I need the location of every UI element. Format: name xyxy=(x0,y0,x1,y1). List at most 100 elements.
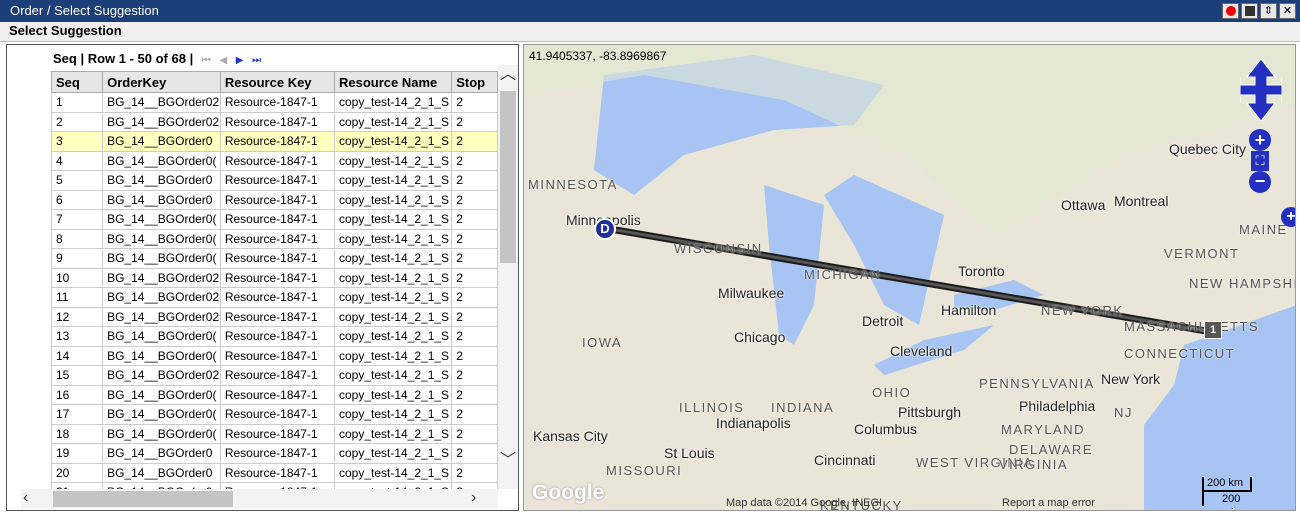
table-cell: 13 xyxy=(51,326,104,347)
table-row[interactable]: 13 BG_14__BGOrder0(Resource-1847-1 copy_te… xyxy=(51,326,498,347)
table-cell: 18 xyxy=(51,423,104,444)
next-page-icon[interactable]: ▶ xyxy=(236,55,244,66)
table-cell: copy_test-14_2_1_S xyxy=(333,228,453,249)
pan-control[interactable] xyxy=(1239,58,1283,122)
column-header[interactable]: Resource Key xyxy=(219,71,335,93)
table-row[interactable]: 18 BG_14__BGOrder0(Resource-1847-1 copy_te… xyxy=(51,423,498,444)
first-page-icon[interactable]: ⏮ xyxy=(202,55,211,66)
table-cell: 15 xyxy=(51,365,104,386)
table-cell: 2 xyxy=(51,111,104,132)
route-start-marker[interactable]: D xyxy=(594,218,616,240)
table-row[interactable]: 4 BG_14__BGOrder0(Resource-1847-1 copy_tes… xyxy=(51,150,498,171)
region-label: CONNECTICUT xyxy=(1124,346,1236,361)
zoom-out-button[interactable]: − xyxy=(1249,171,1271,193)
table-cell: Resource-1847-1 xyxy=(219,384,335,405)
table-row[interactable]: 10 BG_14__BGOrder02 Resource-1847-1 copy_te… xyxy=(51,267,498,288)
route-stop-marker[interactable]: 1 xyxy=(1204,321,1222,339)
expand-plus-icon: + xyxy=(1286,208,1296,225)
cursor-coordinates: 41.9405337, -83.8969867 xyxy=(529,49,667,63)
table-row[interactable]: 19 BG_14__BGOrder0 Resource-1847-1 copy_tes… xyxy=(51,443,498,464)
zoom-in-button[interactable]: + xyxy=(1249,129,1271,151)
prev-page-icon[interactable]: ◀ xyxy=(219,55,227,66)
table-cell: Resource-1847-1 xyxy=(219,365,335,386)
table-row[interactable]: 12 BG_14__BGOrder02 Resource-1847-1 copy_te… xyxy=(51,306,498,327)
region-label: MAINE xyxy=(1239,222,1288,237)
city-label: Cleveland xyxy=(890,343,953,359)
table-cell: 2 xyxy=(451,462,498,483)
city-label: Hamilton xyxy=(941,302,997,318)
table-cell: 8 xyxy=(51,228,104,249)
table-cell: BG_14__BGOrder0 xyxy=(102,131,221,152)
horizontal-scrollbar[interactable]: ‹ › xyxy=(21,489,498,509)
scroll-down-icon[interactable]: ﹀ xyxy=(500,453,516,469)
table-row[interactable]: 6 BG_14__BGOrder0 Resource-1847-1 copy_test… xyxy=(51,189,498,210)
zoom-extent-button[interactable]: ⛶ xyxy=(1251,151,1269,171)
map-view[interactable]: 41.9405337, -83.8969867 Quebec CityMinne… xyxy=(523,44,1296,511)
city-label: Toronto xyxy=(958,263,1005,279)
table-cell: BG_14__BGOrder0( xyxy=(102,248,221,269)
vertical-scroll-thumb[interactable] xyxy=(500,91,516,263)
table-cell: BG_14__BGOrder0 xyxy=(102,443,221,464)
table-cell: 2 xyxy=(451,131,498,152)
table-cell: 2 xyxy=(451,384,498,405)
table-cell: 2 xyxy=(451,170,498,191)
table-cell: copy_test-14_2_1_S xyxy=(333,306,453,327)
table-row[interactable]: 7 BG_14__BGOrder0(Resource-1847-1 copy_tes… xyxy=(51,209,498,230)
table-cell: copy_test-14_2_1_S xyxy=(333,209,453,230)
table-cell: 11 xyxy=(51,287,104,308)
region-label: MARYLAND xyxy=(1001,422,1086,437)
minus-icon: − xyxy=(1254,171,1266,191)
city-label: Quebec City xyxy=(1169,141,1247,157)
table-row[interactable]: 3 BG_14__BGOrder0 Resource-1847-1 copy_test… xyxy=(51,131,498,152)
close-button[interactable]: ✕ xyxy=(1279,3,1296,19)
restore-button[interactable]: ⇕ xyxy=(1260,3,1277,19)
record-button[interactable] xyxy=(1222,3,1239,19)
table-cell: 2 xyxy=(451,150,498,171)
scroll-left-icon[interactable]: ‹ xyxy=(23,490,28,506)
table-row[interactable]: 2 BG_14__BGOrder02 Resource-1847-1 copy_tes… xyxy=(51,111,498,132)
region-label: OHIO xyxy=(872,385,912,400)
grid-panel: Seq | Row 1 - 50 of 68 | ⏮ ◀ ▶ ⏭ Seq Orde… xyxy=(6,44,519,511)
table-row[interactable]: 17 BG_14__BGOrder0(Resource-1847-1 copy_te… xyxy=(51,404,498,425)
save-button[interactable] xyxy=(1241,3,1258,19)
table-cell: 3 xyxy=(51,131,104,152)
table-cell: 17 xyxy=(51,404,104,425)
table-cell: BG_14__BGOrder0( xyxy=(102,423,221,444)
window-titlebar: Order / Select Suggestion ⇕ ✕ xyxy=(0,0,1300,22)
table-row[interactable]: 14 BG_14__BGOrder0(Resource-1847-1 copy_te… xyxy=(51,345,498,366)
table-row[interactable]: 11 BG_14__BGOrder02 Resource-1847-1 copy_te… xyxy=(51,287,498,308)
table-cell: 16 xyxy=(51,384,104,405)
table-cell: Resource-1847-1 xyxy=(219,404,335,425)
window-buttons: ⇕ ✕ xyxy=(1222,3,1296,19)
table-cell: copy_test-14_2_1_S xyxy=(333,423,453,444)
column-header[interactable]: Resource Name xyxy=(333,71,453,93)
table-row[interactable]: 1 BG_14__BGOrder02 Resource-1847-1 copy_tes… xyxy=(51,92,498,113)
last-page-icon[interactable]: ⏭ xyxy=(252,55,261,66)
table-row[interactable]: 15 BG_14__BGOrder02 Resource-1847-1 copy_te… xyxy=(51,365,498,386)
table-cell: 9 xyxy=(51,248,104,269)
google-logo: Google xyxy=(532,481,605,504)
table-row[interactable]: 5 BG_14__BGOrder0 Resource-1847-1 copy_test… xyxy=(51,170,498,191)
extent-icon: ⛶ xyxy=(1255,153,1265,168)
table-cell: copy_test-14_2_1_S xyxy=(333,443,453,464)
city-label: Pittsburgh xyxy=(898,404,962,420)
table-cell: 4 xyxy=(51,150,104,171)
column-header[interactable]: Seq xyxy=(51,71,104,93)
column-header[interactable]: Stop xyxy=(451,71,498,93)
table-row[interactable]: 8 BG_14__BGOrder0(Resource-1847-1 copy_tes… xyxy=(51,228,498,249)
horizontal-scroll-thumb[interactable] xyxy=(53,491,233,507)
table-row[interactable]: 9 BG_14__BGOrder0(Resource-1847-1 copy_tes… xyxy=(51,248,498,269)
table-cell: Resource-1847-1 xyxy=(219,462,335,483)
region-label: VIRGINIA xyxy=(999,457,1069,472)
vertical-scrollbar[interactable]: ︿ ﹀ xyxy=(498,65,518,489)
layers-toggle-button[interactable]: + xyxy=(1281,207,1296,227)
scroll-right-icon[interactable]: › xyxy=(471,490,476,506)
region-label: NEW YORK xyxy=(1041,303,1124,318)
table-cell: copy_test-14_2_1_S xyxy=(333,345,453,366)
table-row[interactable]: 16 BG_14__BGOrder0(Resource-1847-1 copy_te… xyxy=(51,384,498,405)
report-map-error-link[interactable]: Report a map error xyxy=(1002,497,1095,509)
column-header[interactable]: OrderKey xyxy=(102,71,221,93)
pager-label: Seq | Row 1 - 50 of 68 | xyxy=(53,51,194,66)
scroll-up-icon[interactable]: ︿ xyxy=(500,67,516,83)
table-row[interactable]: 20 BG_14__BGOrder0 Resource-1847-1 copy_tes… xyxy=(51,462,498,483)
